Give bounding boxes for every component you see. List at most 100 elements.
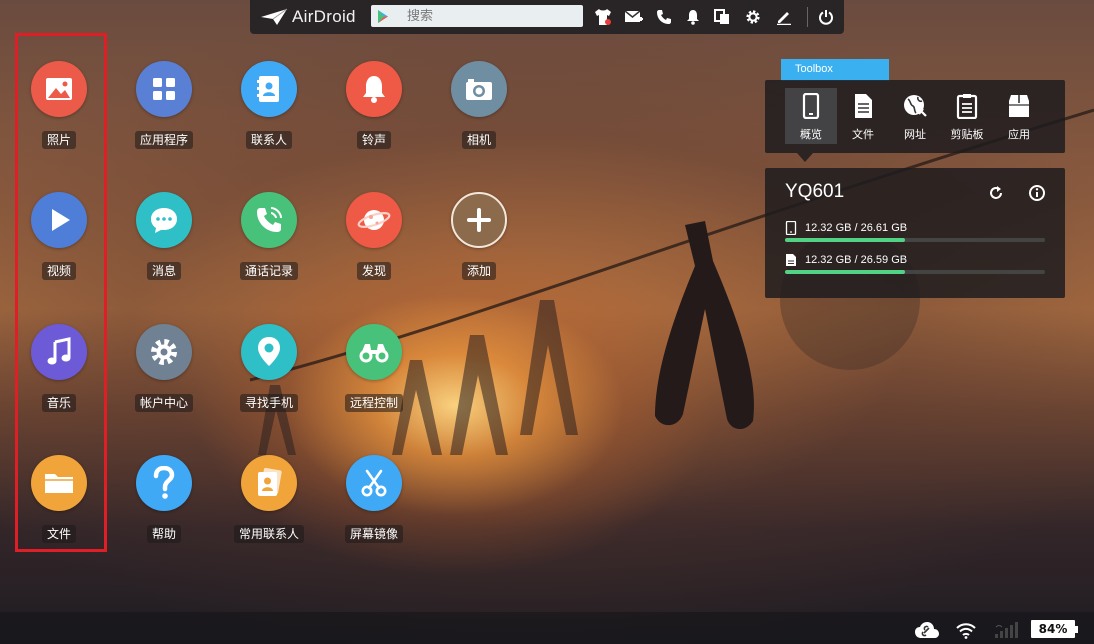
airdroid-logo[interactable]: AirDroid xyxy=(260,6,356,28)
image-icon xyxy=(31,61,87,117)
app-applications[interactable]: 应用程序 xyxy=(114,61,214,171)
storage-text: 12.32 GB / 26.61 GB xyxy=(805,222,908,234)
app-remote-control[interactable]: 远程控制 xyxy=(324,324,424,434)
tool-urls[interactable]: 网址 xyxy=(889,88,941,144)
mail-icon[interactable] xyxy=(623,7,645,27)
battery-indicator: 84% xyxy=(1031,620,1075,638)
google-play-icon xyxy=(378,10,388,23)
app-find-phone[interactable]: 寻找手机 xyxy=(219,324,319,434)
music-icon xyxy=(31,324,87,380)
app-box-icon xyxy=(1009,95,1029,117)
app-label: 文件 xyxy=(41,525,77,543)
device-info-panel: YQ601 12.32 GB / 26.61 GB 12.32 GB / 26.… xyxy=(765,168,1065,298)
cloud-link-icon[interactable] xyxy=(914,621,940,639)
contacts-icon xyxy=(241,61,297,117)
sd-card-icon xyxy=(786,254,796,266)
apps-grid-icon xyxy=(136,61,192,117)
location-pin-icon xyxy=(241,324,297,380)
tool-files[interactable]: 文件 xyxy=(837,88,889,144)
app-label: 视频 xyxy=(41,262,77,280)
device-name: YQ601 xyxy=(785,181,845,202)
app-photos[interactable]: 照片 xyxy=(9,61,109,171)
app-label: 发现 xyxy=(356,262,392,280)
logo-text: AirDroid xyxy=(292,7,356,26)
binoculars-icon xyxy=(346,324,402,380)
tool-clipboard[interactable]: 剪贴板 xyxy=(941,88,993,144)
app-label: 远程控制 xyxy=(344,394,404,412)
power-icon[interactable] xyxy=(815,7,837,27)
chat-icon xyxy=(136,192,192,248)
app-label: 联系人 xyxy=(245,131,293,149)
tool-label: 应用 xyxy=(1008,128,1030,141)
bell-icon xyxy=(346,61,402,117)
scissors-icon xyxy=(346,455,402,511)
app-contacts[interactable]: 联系人 xyxy=(219,61,319,171)
gear-icon[interactable] xyxy=(742,7,764,27)
phone-icon xyxy=(241,192,297,248)
app-label: 寻找手机 xyxy=(239,394,299,412)
phone-icon[interactable] xyxy=(653,7,675,27)
search-box[interactable] xyxy=(371,5,583,27)
storage-text: 12.32 GB / 26.59 GB xyxy=(805,254,908,266)
plus-icon xyxy=(451,192,507,248)
globe-icon xyxy=(904,95,927,117)
app-label: 常用联系人 xyxy=(233,525,305,543)
toolbox-title: Toolbox xyxy=(795,63,833,75)
toolbox-panel: 概览 文件 网址 剪贴板 应用 xyxy=(765,80,1065,153)
storage-bar xyxy=(785,238,1045,242)
app-label: 照片 xyxy=(41,131,77,149)
app-account-center[interactable]: 帐户中心 xyxy=(114,324,214,434)
toolbox-pointer xyxy=(797,153,813,162)
app-ringtones[interactable]: 铃声 xyxy=(324,61,424,171)
app-messages[interactable]: 消息 xyxy=(114,192,214,302)
tool-apps[interactable]: 应用 xyxy=(993,88,1045,144)
app-label: 消息 xyxy=(146,262,182,280)
tool-label: 剪贴板 xyxy=(950,128,984,141)
battery-cap xyxy=(1075,626,1078,633)
planet-icon xyxy=(346,192,402,248)
app-label: 添加 xyxy=(461,262,497,280)
app-label: 帮助 xyxy=(146,525,182,543)
app-frequent-contacts[interactable]: 常用联系人 xyxy=(219,455,319,565)
gear-icon xyxy=(136,324,192,380)
storage-bar xyxy=(785,270,1045,274)
storage-row-internal: 12.32 GB / 26.61 GB xyxy=(785,221,1047,243)
clipboard-icon xyxy=(956,94,978,119)
app-label: 铃声 xyxy=(356,131,392,149)
tool-overview[interactable]: 概览 xyxy=(785,88,837,144)
contact-card-icon xyxy=(241,455,297,511)
app-label: 相机 xyxy=(461,131,497,149)
tool-label: 文件 xyxy=(852,128,874,141)
app-discover[interactable]: 发现 xyxy=(324,192,424,302)
tool-label: 网址 xyxy=(904,128,926,141)
app-label: 帐户中心 xyxy=(134,394,194,412)
info-icon[interactable] xyxy=(1028,184,1046,202)
app-files[interactable]: 文件 xyxy=(9,455,109,565)
refresh-icon[interactable] xyxy=(987,184,1005,202)
storage-row-sd: 12.32 GB / 26.59 GB xyxy=(785,253,1047,275)
top-bar: AirDroid xyxy=(250,0,844,34)
app-video[interactable]: 视频 xyxy=(9,192,109,302)
toolbox-tab[interactable]: Toolbox xyxy=(781,59,889,81)
search-input[interactable] xyxy=(407,5,577,27)
app-label: 应用程序 xyxy=(134,131,194,149)
app-label: 通话记录 xyxy=(239,262,299,280)
app-add[interactable]: 添加 xyxy=(429,192,529,302)
phone-storage-icon xyxy=(785,221,797,235)
edit-icon[interactable] xyxy=(773,7,795,27)
app-screen-mirror[interactable]: 屏幕镜像 xyxy=(324,455,424,565)
app-music[interactable]: 音乐 xyxy=(9,324,109,434)
copy-icon[interactable] xyxy=(711,7,733,27)
paper-plane-icon xyxy=(261,8,288,25)
tool-label: 概览 xyxy=(800,128,822,141)
toolbar-divider xyxy=(807,7,808,27)
app-help[interactable]: 帮助 xyxy=(114,455,214,565)
bell-icon[interactable] xyxy=(682,7,704,27)
tshirt-icon[interactable] xyxy=(592,7,614,27)
app-camera[interactable]: 相机 xyxy=(429,61,529,171)
phone-device-icon xyxy=(802,93,820,119)
file-icon xyxy=(855,94,872,118)
storage-bar-fill xyxy=(785,270,906,274)
question-icon xyxy=(136,455,192,511)
app-call-log[interactable]: 通话记录 xyxy=(219,192,319,302)
